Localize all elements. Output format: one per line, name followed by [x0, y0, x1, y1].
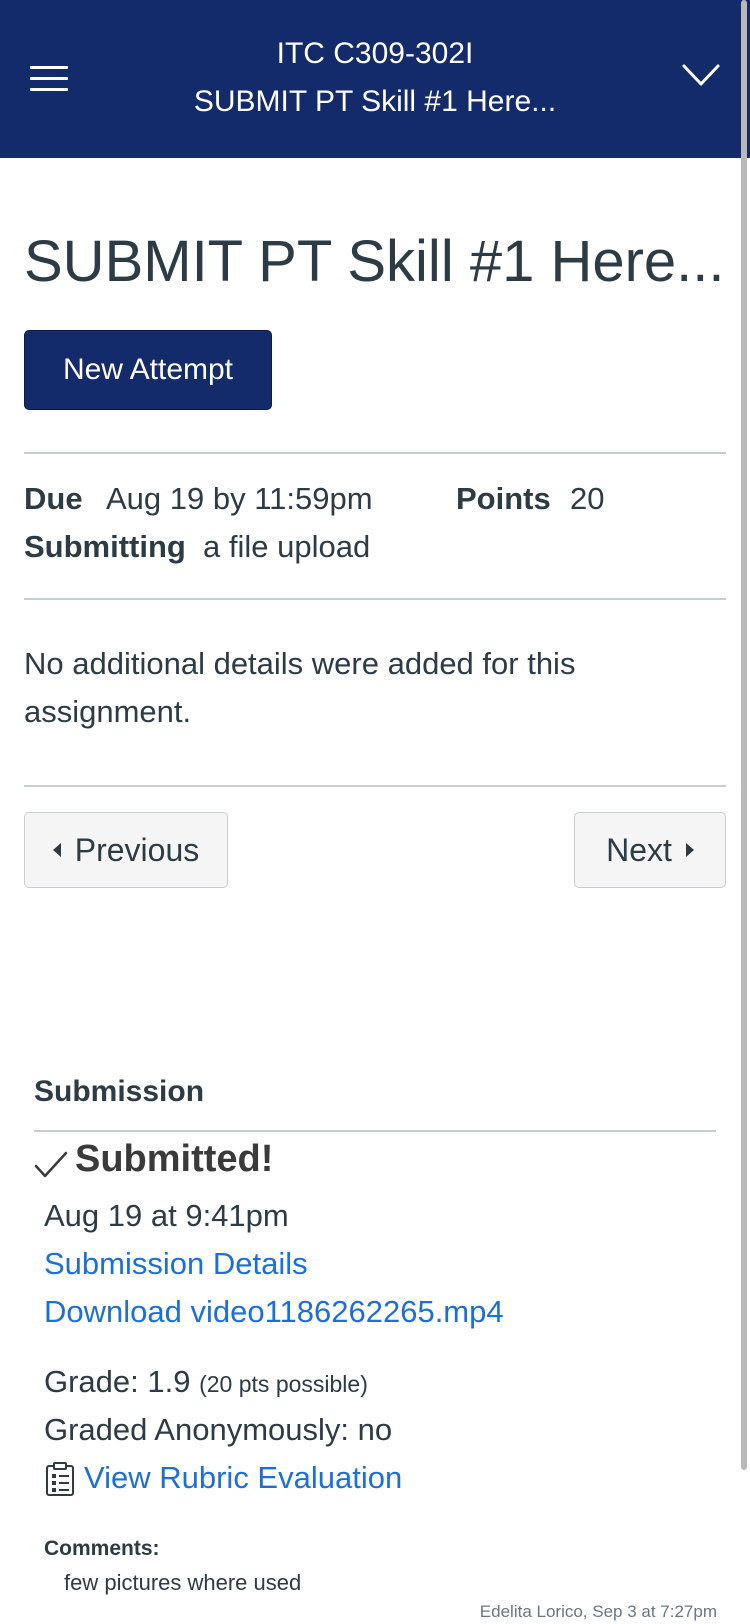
page-title: SUBMIT PT Skill #1 Here...: [24, 229, 725, 294]
comments-label: Comments:: [44, 1537, 160, 1560]
graded-anonymously: Graded Anonymously: no: [44, 1412, 393, 1447]
submission-heading: Submission: [34, 1075, 205, 1108]
points-label: Points: [456, 481, 551, 516]
hamburger-menu-icon[interactable]: [30, 66, 68, 92]
next-button[interactable]: Next: [574, 812, 726, 888]
caret-left-icon: [52, 843, 61, 857]
comment-author-date: Edelita Lorico, Sep 3 at 7:27pm: [479, 1602, 717, 1621]
download-file-link[interactable]: Download video1186262265.mp4: [44, 1294, 504, 1330]
grade-row: Grade: 1.9 (20 pts possible): [44, 1364, 368, 1400]
points-row: Points: [456, 481, 551, 517]
submission-status: Submitted!: [75, 1138, 274, 1180]
top-navigation-bar: ITC C309-302I SUBMIT PT Skill #1 Here...: [0, 0, 750, 158]
submitting-value: a file upload: [203, 529, 371, 564]
new-attempt-button[interactable]: New Attempt: [24, 330, 272, 410]
due-row: Due: [24, 481, 83, 517]
assignment-description: No additional details were added for thi…: [24, 646, 576, 729]
caret-right-icon: [685, 843, 694, 857]
comment-text: few pictures where used: [64, 1570, 302, 1595]
rubric-icon: [46, 1462, 74, 1496]
divider: [34, 1130, 716, 1132]
divider: [24, 598, 726, 600]
grade-possible: (20 pts possible): [199, 1371, 368, 1397]
chevron-down-icon[interactable]: [682, 62, 720, 88]
previous-label: Previous: [74, 831, 200, 868]
course-title: ITC C309-302I: [276, 37, 474, 70]
divider: [24, 785, 726, 787]
divider: [24, 452, 726, 454]
next-label: Next: [606, 831, 672, 868]
view-rubric-link[interactable]: View Rubric Evaluation: [84, 1460, 402, 1496]
submitting-label: Submitting: [24, 529, 186, 564]
assignment-header-title: SUBMIT PT Skill #1 Here...: [193, 85, 557, 118]
checkmark-icon: [34, 1151, 68, 1178]
submitting-row: Submitting: [24, 529, 186, 565]
points-value: 20: [570, 481, 605, 516]
scrollbar[interactable]: [741, 0, 747, 1470]
submission-details-link[interactable]: Submission Details: [44, 1246, 308, 1282]
submission-date: Aug 19 at 9:41pm: [44, 1198, 289, 1233]
due-value: Aug 19 by 11:59pm: [106, 481, 373, 516]
previous-button[interactable]: Previous: [24, 812, 228, 888]
grade-value: Grade: 1.9: [44, 1364, 191, 1399]
due-label: Due: [24, 481, 83, 516]
